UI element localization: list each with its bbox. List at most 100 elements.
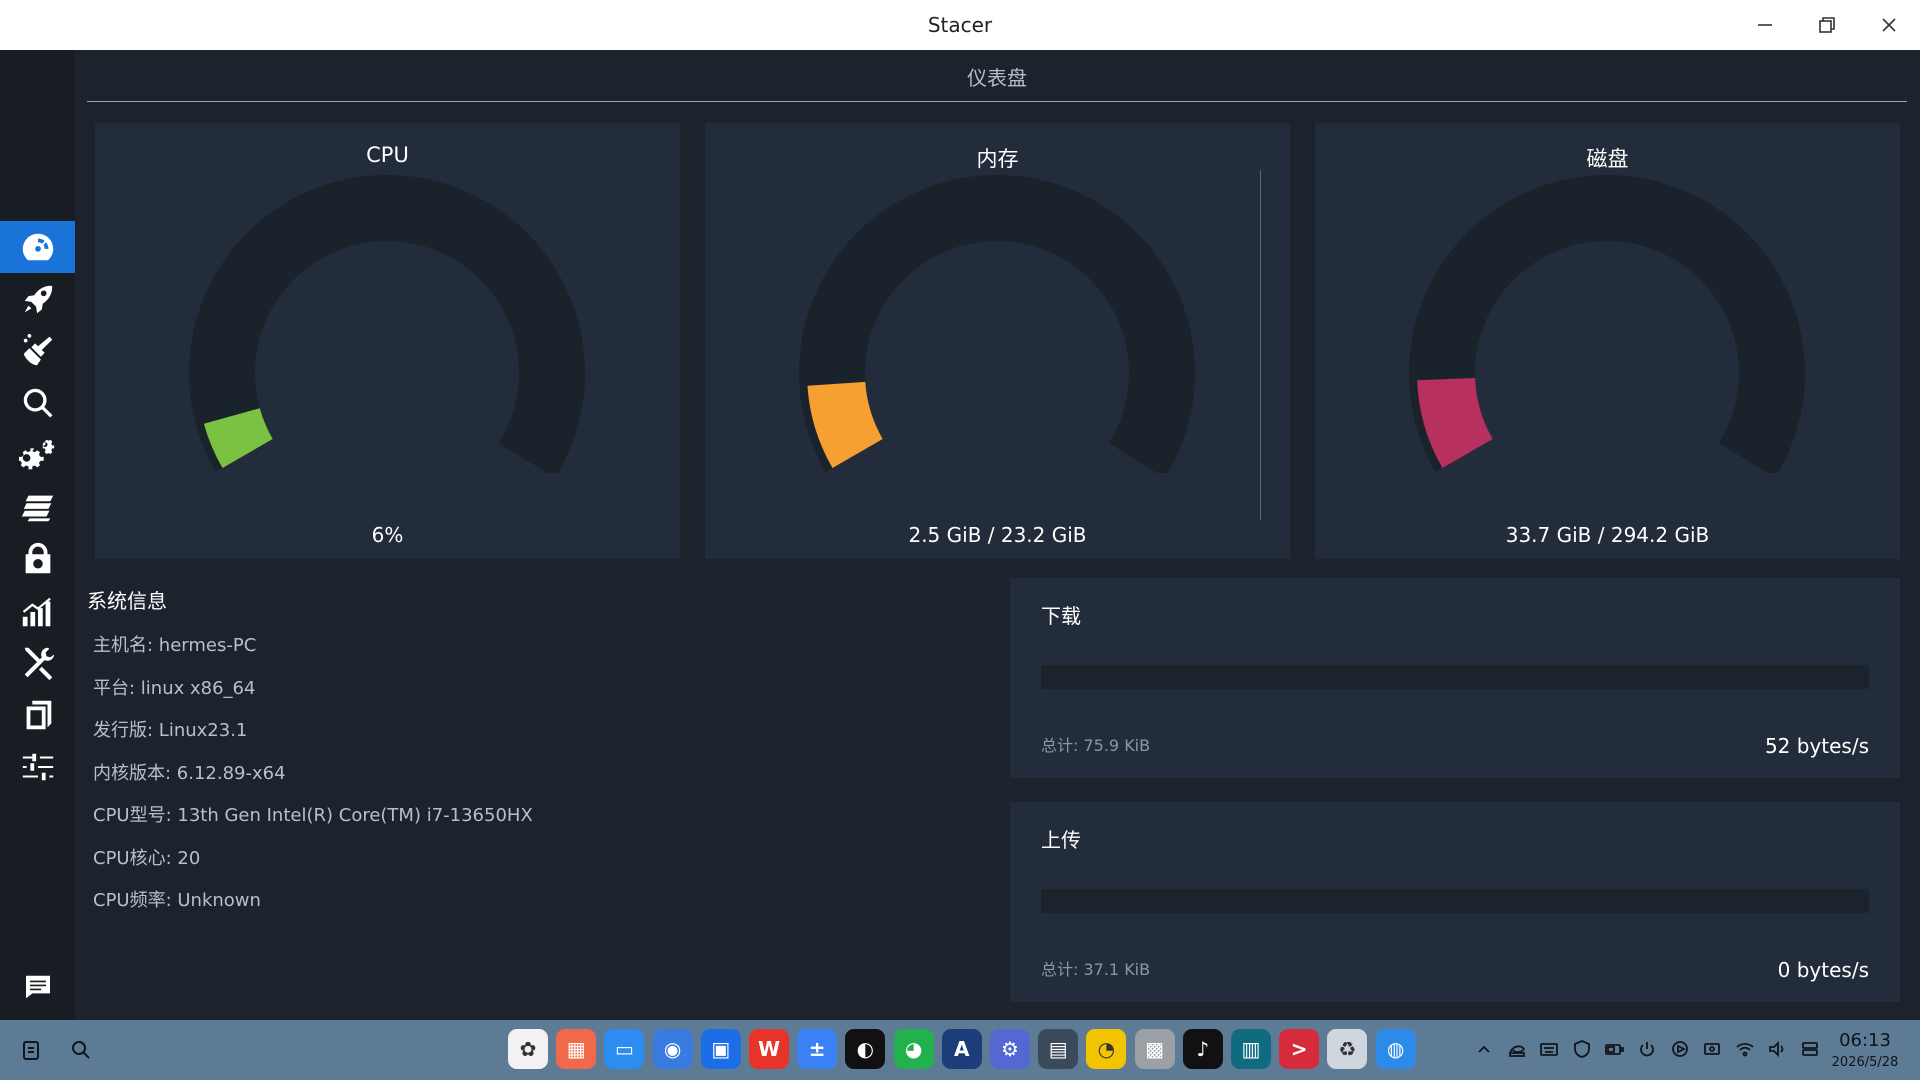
disk-gauge-card: 磁盘 33.7 GiB / 294.2 GiB [1315,123,1900,559]
sidebar-item-startup[interactable] [0,273,75,325]
screen-icon [1704,1043,1721,1055]
volume-tray-button[interactable] [1765,1037,1789,1061]
gauge-value: 2.5 GiB / 23.2 GiB [908,523,1087,547]
browser-icon[interactable]: ◉ [652,1029,693,1069]
power-icon [1640,1042,1654,1057]
app-glyph: ◍ [1386,1037,1405,1061]
printer-icon[interactable]: ▤ [1038,1029,1079,1069]
title-bar: Stacer [0,0,1920,50]
wifi-tray-button[interactable] [1733,1037,1757,1061]
sidebar-item-processes[interactable] [0,481,75,533]
terminal-icon[interactable]: > [1279,1029,1320,1069]
calculator-icon[interactable]: ± [797,1029,838,1069]
tiktok-icon[interactable]: ♪ [1182,1029,1223,1069]
upload-rate: 0 bytes/s [1777,958,1869,982]
system-info-row: 平台: linux x86_64 [93,678,256,699]
app-glyph: ▦ [566,1037,586,1061]
sidebar-item-dashboard[interactable] [0,221,75,273]
sidebar [0,50,75,1020]
sidebar-item-helpers[interactable] [0,637,75,689]
system-info-heading: 系统信息 [87,589,167,613]
close-button[interactable] [1869,8,1909,42]
chevron-up-tray-button[interactable] [1472,1037,1496,1061]
screen-tray-button[interactable] [1700,1037,1724,1061]
sidebar-item-resources[interactable] [0,585,75,637]
taskbar: ✿ ▦ ▭ ◉ ▣ W ± ◐ ◕ A ⚙ ▤ ◔ ▩ ♪ ▥ > ♻ ◍ 06:13 2026/5/28 [0,1020,1920,1080]
feedback-chat-icon [25,975,50,999]
gauge-value: 6% [371,523,404,547]
download-graph [1041,665,1869,689]
restore-button[interactable] [1807,8,1847,42]
uninstaller-icon [25,542,50,574]
linux-qq-icon[interactable]: ◐ [845,1029,886,1069]
typora-icon[interactable]: A [941,1029,982,1069]
app-glyph: ▤ [1048,1037,1068,1061]
app-store-icon[interactable]: ▣ [700,1029,741,1069]
feedback-button[interactable] [0,961,75,1013]
system-info-row: 内核版本: 6.12.89-x64 [93,763,286,784]
search-icon [72,1041,90,1059]
sidebar-item-search[interactable] [0,377,75,429]
sidebar-item-cleaner[interactable] [0,325,75,377]
memory-gauge-card: 内存 2.5 GiB / 23.2 GiB [705,123,1290,559]
app-glyph: ▭ [614,1037,634,1061]
vpn-icon [1573,1040,1590,1058]
chevron-up-icon [1478,1045,1490,1053]
startup-rocket-icon [24,285,52,314]
nvidia-tray-button[interactable] [1505,1037,1529,1061]
dock-toggle-tray-button[interactable] [1798,1037,1822,1061]
editor-icon[interactable]: ▥ [1231,1029,1271,1069]
file-manager-icon[interactable]: ▭ [604,1029,645,1069]
system-info-row: 发行版: Linux23.1 [93,720,248,741]
screenshot-icon[interactable]: ▩ [1134,1029,1175,1069]
dock-toggle-icon [1802,1042,1818,1056]
sidebar-item-settings[interactable] [0,741,75,793]
nvidia-icon [1508,1045,1525,1057]
app-glyph: ◐ [856,1037,875,1061]
vpn-tray-button[interactable] [1570,1037,1594,1061]
system-info-row: CPU频率: Unknown [93,890,261,911]
services-gears-icon [18,439,54,470]
disk-gauge [1409,175,1805,473]
memory-gauge [799,175,1195,473]
minimize-button[interactable] [1745,8,1785,42]
page-title: 仪表盘 [87,50,1907,102]
control-center-icon[interactable]: ⚙ [990,1029,1030,1069]
battery-tray-button[interactable] [1602,1037,1626,1061]
stacer-icon[interactable]: ◍ [1375,1029,1416,1069]
play-icon [1671,1041,1688,1057]
recycle-bin-icon[interactable]: ♻ [1327,1029,1368,1069]
sidebar-item-apt-repository[interactable] [0,689,75,741]
cleaner-broom-icon [23,333,52,366]
keyboard-tray-button[interactable] [1537,1037,1561,1061]
wechat-icon[interactable]: ◕ [893,1029,934,1069]
play-tray-button[interactable] [1668,1037,1692,1061]
cpu-gauge [189,175,585,473]
media-player-icon[interactable]: ◔ [1086,1029,1127,1069]
app-glyph: ▥ [1241,1037,1261,1061]
system-info-row: CPU核心: 20 [93,848,201,869]
app-glyph: ◕ [904,1037,923,1061]
upload-card: 上传 总计: 37.1 KiB 0 bytes/s [1010,802,1900,1002]
power-tray-button[interactable] [1635,1037,1659,1061]
clock-time[interactable]: 06:13 [1825,1030,1905,1051]
clock-date[interactable]: 2026/5/28 [1825,1055,1905,1070]
upload-graph [1041,889,1869,913]
sidebar-item-services[interactable] [0,429,75,481]
wifi-icon [1736,1043,1754,1057]
sidebar-item-uninstaller[interactable] [0,533,75,585]
wps-icon[interactable]: W [749,1029,789,1069]
volume-icon [1769,1040,1784,1058]
app-glyph: ▣ [711,1037,731,1061]
gauge-title: CPU [366,143,409,167]
taskbar-search-button[interactable] [65,1034,97,1066]
gauge-title: 内存 [976,147,1019,171]
app-glyph: ⚙ [1001,1037,1019,1061]
launcher-icon[interactable]: ✿ [508,1029,548,1069]
minimize-icon [1758,24,1772,26]
app-glyph: ♻ [1338,1037,1357,1061]
multitask-icon[interactable]: ▦ [556,1029,597,1069]
cpu-gauge-card: CPU 6% [95,123,680,559]
resources-chart-icon [22,597,51,627]
clipboard-button[interactable] [15,1034,47,1066]
